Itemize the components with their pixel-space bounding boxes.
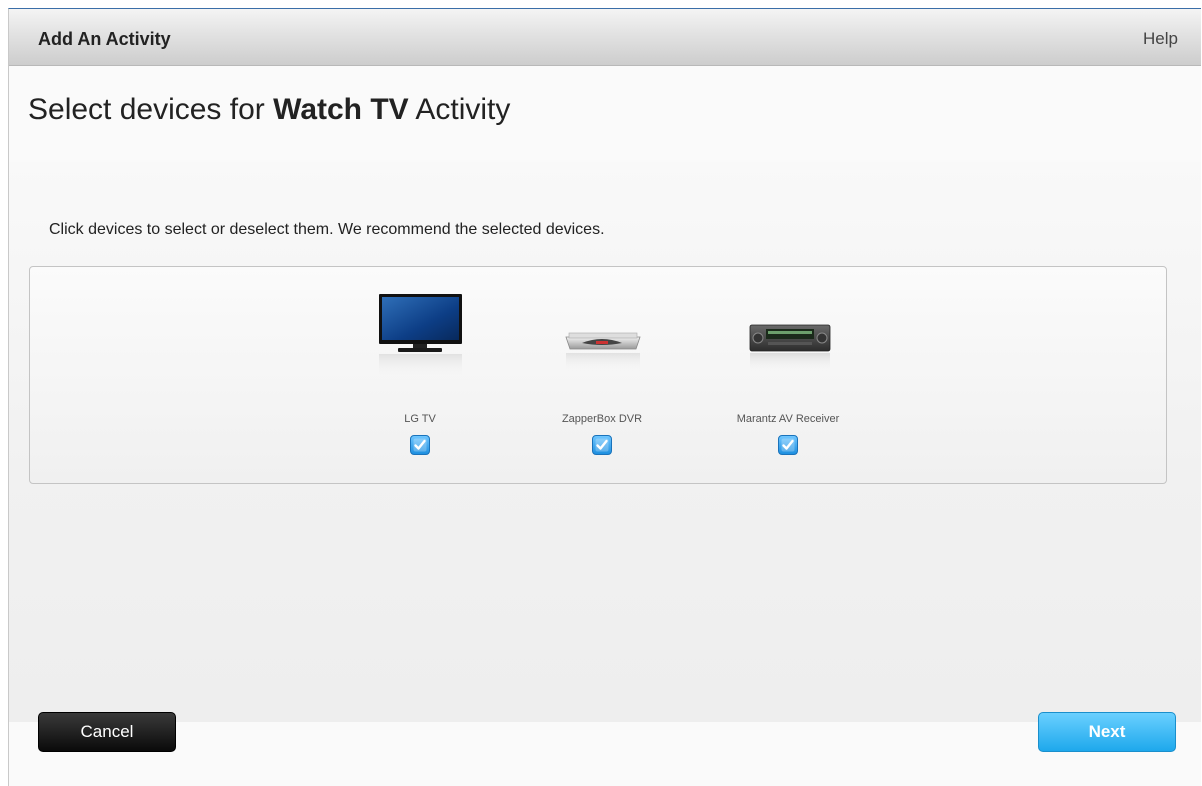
window-title: Add An Activity (38, 29, 171, 49)
device-checkbox[interactable] (410, 435, 430, 455)
av-receiver-icon (708, 291, 868, 381)
device-lg-tv[interactable]: LG TV (340, 291, 500, 461)
cancel-button[interactable]: Cancel (38, 712, 176, 752)
device-marantz-av-receiver[interactable]: Marantz AV Receiver (708, 291, 868, 461)
tv-icon (340, 291, 500, 381)
device-label: LG TV (404, 413, 436, 425)
checkmark-icon (781, 438, 795, 452)
page-title: Select devices for Watch TV Activity (28, 93, 510, 127)
checkmark-icon (595, 438, 609, 452)
device-label: ZapperBox DVR (561, 413, 643, 425)
device-checkbox[interactable] (778, 435, 798, 455)
instruction-text: Click devices to select or deselect them… (49, 221, 605, 238)
page-title-suffix: Activity (408, 93, 511, 126)
next-button[interactable]: Next (1038, 712, 1176, 752)
page-title-prefix: Select devices for (28, 93, 274, 126)
activity-name: Watch TV (273, 93, 409, 126)
device-panel: LG TV ZapperBox DVR Marantz AV Receiver (29, 266, 1167, 484)
checkmark-icon (413, 438, 427, 452)
footer-area (9, 722, 1201, 786)
dvr-icon (522, 291, 682, 381)
help-link[interactable]: Help (1143, 29, 1178, 49)
title-bar: Add An Activity Help (9, 9, 1201, 66)
device-zapperbox-dvr[interactable]: ZapperBox DVR (522, 291, 682, 461)
device-label: Marantz AV Receiver (736, 413, 840, 425)
device-checkbox[interactable] (592, 435, 612, 455)
